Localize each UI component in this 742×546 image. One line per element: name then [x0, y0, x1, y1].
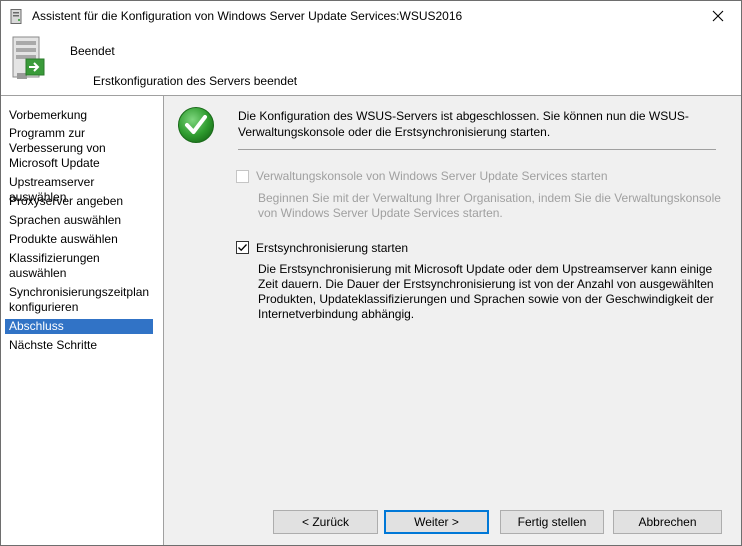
wizard-window: Assistent für die Konfiguration von Wind…: [0, 0, 742, 546]
wizard-content: Die Konfiguration des WSUS-Servers ist a…: [164, 96, 741, 545]
success-check-icon: [178, 107, 214, 143]
checkmark-icon: [238, 244, 247, 252]
page-title: Beendet: [70, 44, 115, 58]
nav-item-proxyserver[interactable]: Proxyserver angeben: [5, 194, 153, 209]
completion-message: Die Konfiguration des WSUS-Servers ist a…: [238, 109, 689, 139]
nav-item-abschluss[interactable]: Abschluss: [5, 319, 153, 334]
nav-item-klassifizierungen[interactable]: Klassifizierungen auswählen: [5, 251, 153, 281]
console-checkbox[interactable]: [236, 170, 249, 183]
sync-checkbox[interactable]: [236, 241, 249, 254]
server-icon: [10, 9, 22, 24]
nav-item-vorbemerkung[interactable]: Vorbemerkung: [5, 108, 153, 123]
content-divider: [238, 149, 716, 150]
finish-button[interactable]: Fertig stellen: [500, 510, 604, 534]
nav-item-sprachen[interactable]: Sprachen auswählen: [5, 213, 153, 228]
window-title: Assistent für die Konfiguration von Wind…: [32, 9, 463, 23]
sync-checkbox-label[interactable]: Erstsynchronisierung starten: [256, 241, 408, 255]
close-icon: [712, 10, 724, 22]
close-button[interactable]: [695, 1, 741, 31]
title-bar[interactable]: Assistent für die Konfiguration von Wind…: [1, 1, 741, 31]
nav-item-naechste-schritte[interactable]: Nächste Schritte: [5, 338, 153, 353]
nav-item-programm[interactable]: Programm zur Verbesserung von Microsoft …: [5, 126, 153, 171]
wizard-nav: Vorbemerkung Programm zur Verbesserung v…: [1, 96, 164, 545]
page-subtitle: Erstkonfiguration des Servers beendet: [93, 74, 298, 88]
cancel-button[interactable]: Abbrechen: [613, 510, 722, 534]
server-update-icon: [12, 36, 45, 79]
back-button[interactable]: < Zurück: [273, 510, 378, 534]
console-description: Beginnen Sie mit der Verwaltung Ihrer Or…: [258, 191, 721, 220]
nav-item-zeitplan[interactable]: Synchronisierungszeitplan konfigurieren: [5, 285, 153, 315]
console-checkbox-label[interactable]: Verwaltungskonsole von Windows Server Up…: [256, 169, 608, 183]
wizard-header: Beendet Erstkonfiguration des Servers be…: [1, 31, 741, 95]
next-button[interactable]: Weiter >: [384, 510, 489, 534]
sync-description: Die Erstsynchronisierung mit Microsoft U…: [258, 262, 714, 321]
nav-item-produkte[interactable]: Produkte auswählen: [5, 232, 153, 247]
